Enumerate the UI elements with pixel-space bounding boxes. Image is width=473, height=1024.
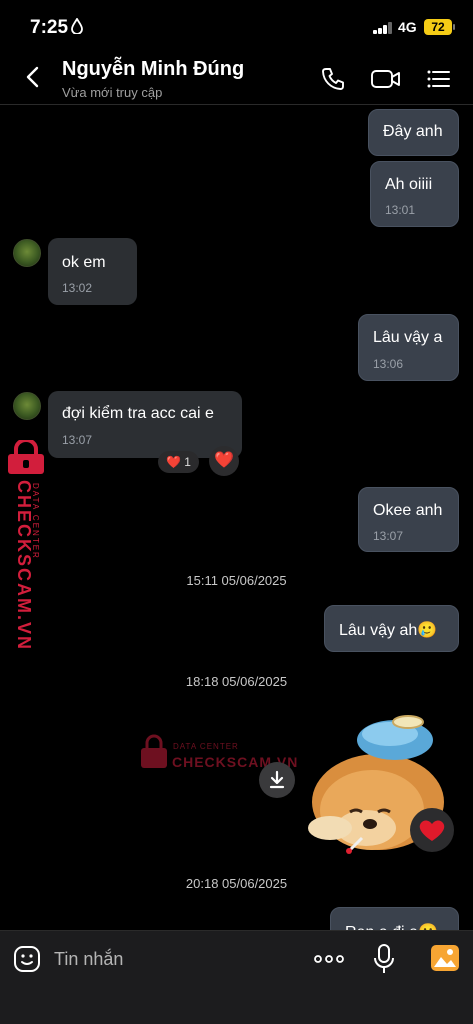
download-icon[interactable]: [259, 762, 295, 798]
message-text: Lâu vậy ah🥲: [339, 622, 438, 639]
message-text: đợi kiểm tra acc cai e: [62, 405, 214, 422]
watermark-lock-icon: [140, 734, 168, 775]
status-time: 7:25: [30, 17, 69, 38]
message-bubble-outgoing[interactable]: Lâu vậy ah🥲: [324, 605, 459, 652]
contact-avatar[interactable]: [13, 239, 41, 267]
image-icon[interactable]: [430, 944, 460, 972]
more-icon[interactable]: [312, 949, 346, 969]
message-bubble-outgoing[interactable]: Lâu vậy a 13:06: [358, 314, 459, 381]
message-bubble-incoming[interactable]: ok em 13:02: [48, 238, 137, 305]
cellular-signal-icon: [373, 22, 393, 34]
sticker-reaction-heart-icon[interactable]: [410, 808, 454, 852]
back-chevron-icon[interactable]: [18, 62, 48, 92]
contact-name[interactable]: Nguyễn Minh Đúng: [62, 58, 244, 81]
message-time: 13:07: [373, 529, 404, 543]
phone-icon[interactable]: [318, 64, 348, 94]
message-text: Lâu vậy a: [373, 329, 443, 346]
heart-icon: ❤️: [166, 455, 181, 469]
watermark-lock-icon: [6, 438, 50, 481]
network-type: 4G: [398, 19, 417, 35]
watermark-tagline: DATA CENTER: [31, 483, 40, 560]
watermark-tagline: DATA CENTER: [173, 742, 239, 751]
message-text: Okee anh: [373, 502, 443, 519]
message-time: 13:01: [385, 203, 416, 217]
status-bar: 7:25 4G 72: [0, 0, 473, 52]
message-bubble-outgoing[interactable]: Đây anh: [368, 109, 459, 156]
video-call-icon[interactable]: [370, 64, 402, 94]
date-separator: 20:18 05/06/2025: [185, 876, 288, 891]
date-separator: 18:18 05/06/2025: [185, 674, 288, 689]
microphone-icon[interactable]: [371, 943, 397, 975]
message-bubble-outgoing[interactable]: Okee anh 13:07: [358, 487, 459, 552]
message-input[interactable]: Tin nhắn: [54, 949, 123, 970]
message-bubble-outgoing[interactable]: Ah oiiii 13:01: [370, 161, 459, 227]
sticker-icon[interactable]: [13, 945, 41, 973]
message-time: 13:06: [373, 357, 404, 371]
message-text: Ah oiiii: [385, 176, 433, 193]
menu-list-icon[interactable]: [424, 64, 454, 94]
battery-tip: [453, 24, 455, 30]
message-bubble-incoming[interactable]: đợi kiểm tra acc cai e 13:07: [48, 391, 242, 458]
last-seen-status: Vừa mới truy cập: [62, 85, 163, 100]
add-reaction-heart-icon[interactable]: ❤️: [209, 446, 239, 476]
message-time: 13:07: [62, 433, 93, 447]
message-time: 13:02: [62, 281, 93, 295]
message-text: Đây anh: [383, 123, 443, 140]
reaction-summary[interactable]: ❤️ 1: [158, 451, 199, 473]
contact-avatar[interactable]: [13, 392, 41, 420]
battery-icon: 72: [424, 19, 452, 35]
focus-drop-icon: [71, 17, 83, 38]
reaction-count: 1: [184, 455, 191, 469]
message-text: ok em: [62, 254, 106, 271]
chat-header: Nguyễn Minh Đúng Vừa mới truy cập: [0, 52, 473, 105]
message-composer: Tin nhắn: [0, 930, 473, 1024]
date-separator: 15:11 05/06/2025: [186, 573, 287, 588]
